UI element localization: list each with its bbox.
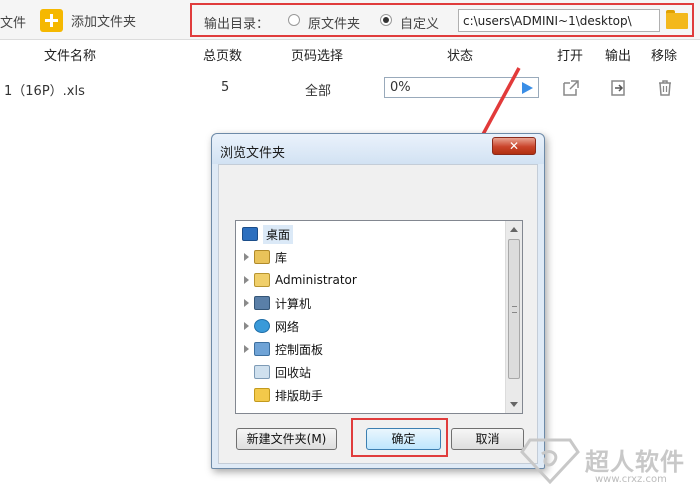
watermark-brand: 超人软件 bbox=[585, 448, 685, 476]
dialog-body: 桌面 库 Administrator 计算机 网络 控制面板 回收站 排版助手 … bbox=[218, 164, 538, 464]
export-icon[interactable] bbox=[609, 79, 627, 97]
open-external-icon[interactable] bbox=[562, 79, 580, 97]
tree-item-network[interactable]: 网络 bbox=[244, 315, 514, 337]
total-pages-cell: 5 bbox=[221, 80, 230, 95]
expand-arrow-icon[interactable] bbox=[244, 253, 249, 261]
tree-item-desktop[interactable]: 桌面 bbox=[242, 223, 512, 245]
folder-tree[interactable]: 桌面 库 Administrator 计算机 网络 控制面板 回收站 排版助手 bbox=[235, 220, 523, 414]
table-row[interactable]: 1（16P）.xls 5 全部 0% bbox=[0, 68, 700, 108]
expand-arrow-icon[interactable] bbox=[244, 276, 249, 284]
page-select-cell[interactable]: 全部 bbox=[305, 80, 331, 99]
radio-custom[interactable] bbox=[380, 14, 392, 26]
control-panel-icon bbox=[254, 342, 270, 356]
output-path-input[interactable] bbox=[458, 9, 660, 32]
radio-original-folder[interactable] bbox=[288, 14, 300, 26]
header-export: 输出 bbox=[605, 49, 632, 64]
network-icon bbox=[254, 319, 270, 333]
tree-item-label: 计算机 bbox=[275, 296, 312, 311]
trash-icon[interactable] bbox=[656, 79, 674, 97]
tree-item-label: Administrator bbox=[275, 273, 357, 287]
tree-item-label: 库 bbox=[275, 250, 288, 265]
output-directory-label: 输出目录： bbox=[204, 17, 270, 32]
toolbar-cut-label[interactable]: 文件 bbox=[0, 12, 26, 31]
tree-item-label: 桌面 bbox=[263, 224, 294, 244]
add-folder-label: 添加文件夹 bbox=[71, 15, 137, 30]
watermark: 超人软件 www.crxz.com bbox=[520, 432, 695, 490]
tree-item-label: 控制面板 bbox=[275, 342, 324, 357]
computer-icon bbox=[254, 296, 270, 310]
desktop-icon bbox=[242, 227, 258, 241]
radio-custom-label[interactable]: 自定义 bbox=[400, 13, 439, 32]
header-file-name: 文件名称 bbox=[44, 49, 97, 64]
folder-icon bbox=[666, 13, 688, 29]
tree-item-recycle-bin[interactable]: 回收站 bbox=[254, 361, 522, 383]
table-header: 文件名称 总页数 页码选择 状态 打开 输出 移除 bbox=[0, 40, 700, 66]
folder-icon bbox=[254, 388, 270, 402]
tree-item-layout-helper[interactable]: 排版助手 bbox=[254, 384, 522, 406]
toolbar: 文件 添加文件夹 输出目录： 原文件夹 自定义 bbox=[0, 0, 700, 40]
header-page-select: 页码选择 bbox=[291, 49, 344, 64]
recycle-bin-icon bbox=[254, 365, 270, 379]
header-remove: 移除 bbox=[651, 49, 678, 64]
tree-item-control-panel[interactable]: 控制面板 bbox=[244, 338, 514, 360]
header-open: 打开 bbox=[557, 49, 584, 64]
library-icon bbox=[254, 250, 270, 264]
plus-icon bbox=[40, 9, 63, 32]
tree-scrollbar[interactable] bbox=[505, 221, 522, 413]
tree-item-label: 排版助手 bbox=[275, 388, 324, 403]
tree-item-library[interactable]: 库 bbox=[244, 246, 514, 268]
tree-item-label: 网络 bbox=[275, 319, 300, 334]
watermark-url: www.crxz.com bbox=[595, 474, 667, 485]
user-folder-icon bbox=[254, 273, 270, 287]
scroll-up-icon[interactable] bbox=[510, 227, 518, 232]
cancel-button[interactable]: 取消 bbox=[451, 428, 524, 450]
tree-item-administrator[interactable]: Administrator bbox=[244, 269, 514, 291]
diamond-logo-icon bbox=[520, 438, 580, 484]
scrollbar-thumb[interactable] bbox=[508, 239, 520, 379]
file-name-cell: 1（16P）.xls bbox=[4, 84, 85, 99]
play-icon[interactable] bbox=[522, 82, 533, 94]
new-folder-button[interactable]: 新建文件夹(M) bbox=[236, 428, 337, 450]
tree-item-label: 回收站 bbox=[275, 365, 312, 380]
scroll-down-icon[interactable] bbox=[510, 402, 518, 407]
dialog-titlebar[interactable]: 浏览文件夹 ✕ bbox=[212, 134, 544, 164]
output-directory-group: 输出目录： 原文件夹 自定义 bbox=[190, 3, 694, 37]
add-folder-button[interactable]: 添加文件夹 bbox=[40, 9, 136, 32]
header-status: 状态 bbox=[447, 49, 474, 64]
tree-item-computer[interactable]: 计算机 bbox=[244, 292, 514, 314]
browse-folder-button[interactable] bbox=[666, 10, 688, 30]
progress-bar: 0% bbox=[384, 77, 539, 98]
expand-arrow-icon[interactable] bbox=[244, 299, 249, 307]
radio-original-folder-label[interactable]: 原文件夹 bbox=[308, 13, 360, 32]
dialog-title: 浏览文件夹 bbox=[220, 146, 286, 161]
expand-arrow-icon[interactable] bbox=[244, 322, 249, 330]
close-icon: ✕ bbox=[508, 139, 520, 153]
ok-button[interactable]: 确定 bbox=[366, 428, 441, 450]
browse-folder-dialog: 浏览文件夹 ✕ 桌面 库 Administrator 计算机 网络 控制面板 回… bbox=[211, 133, 545, 469]
expand-arrow-icon[interactable] bbox=[244, 345, 249, 353]
progress-text: 0% bbox=[390, 80, 411, 95]
close-button[interactable]: ✕ bbox=[492, 137, 536, 155]
header-total-pages: 总页数 bbox=[203, 49, 243, 64]
